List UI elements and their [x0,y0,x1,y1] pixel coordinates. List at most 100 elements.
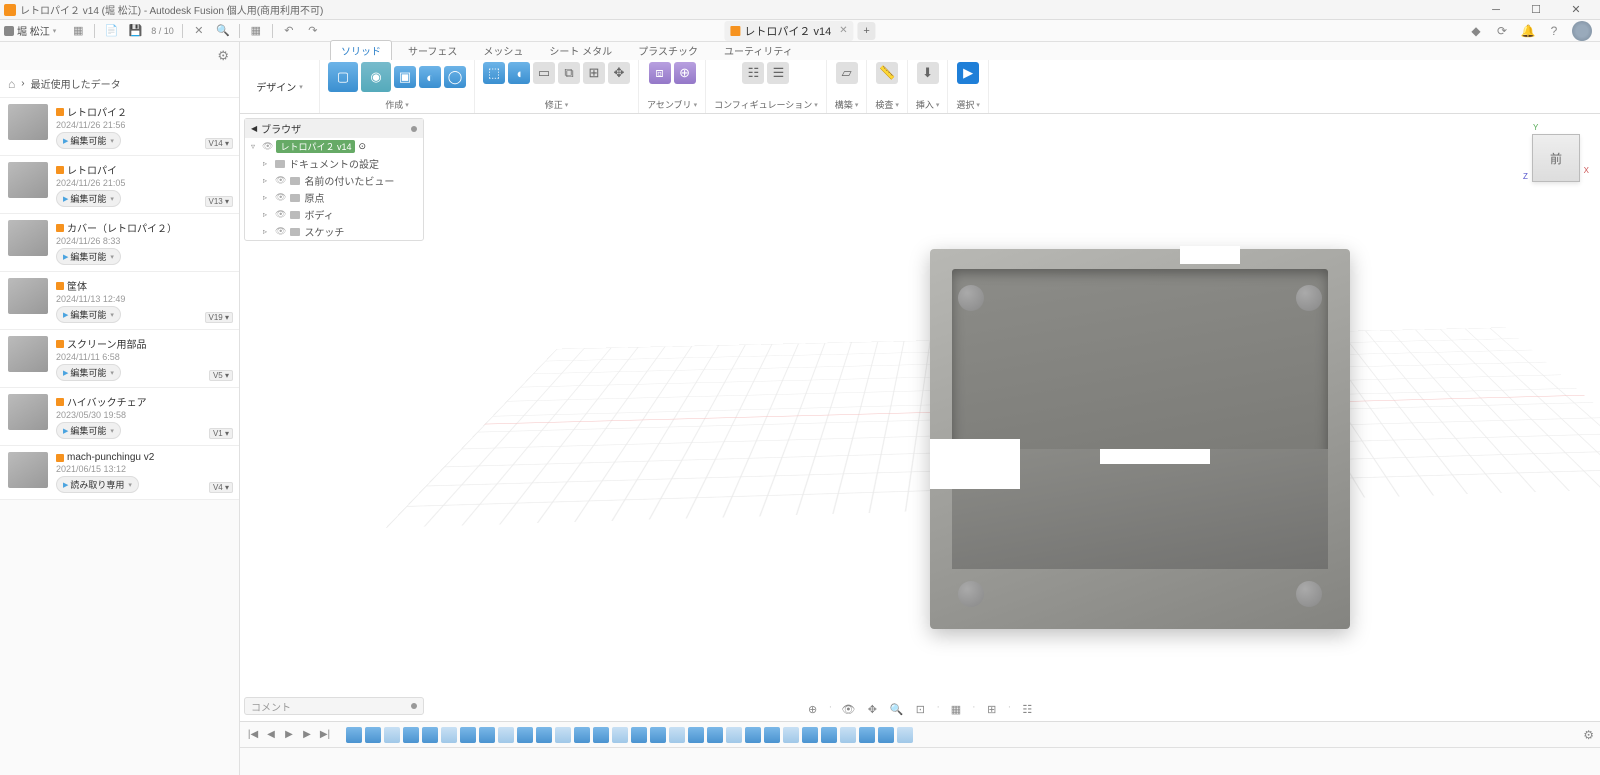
window-close-button[interactable]: ✕ [1556,1,1596,19]
grid-icon[interactable]: ▦ [248,23,264,39]
project-item[interactable]: スクリーン用部品 2024/11/11 6:58 ▶編集可能▾ V5 ▾ [0,330,239,388]
access-dropdown[interactable]: ▶読み取り専用▾ [56,476,139,493]
construct-icon[interactable]: ▱ [836,62,858,84]
new-tab-button[interactable]: + [858,22,876,40]
settings-icon[interactable]: ⚙ [217,48,229,64]
model-body[interactable] [930,249,1350,629]
tree-node[interactable]: ▹👁ボディ [245,206,423,223]
inspect-icon[interactable]: 📏 [876,62,898,84]
version-badge[interactable]: V4 ▾ [209,482,233,493]
timeline-feature[interactable] [365,727,381,743]
ribbon-tab[interactable]: ソリッド [330,40,392,60]
config-icon[interactable]: ☷ [742,62,764,84]
timeline-feature[interactable] [821,727,837,743]
ribbon-tab[interactable]: プラスチック [628,41,708,60]
version-badge[interactable]: V5 ▾ [209,370,233,381]
panel-menu-icon[interactable] [411,703,417,709]
document-tab[interactable]: レトロパイ２ v14 ✕ [724,21,853,41]
panel-menu-icon[interactable] [411,126,417,132]
revolve-icon[interactable]: ◐ [419,66,441,88]
move-icon[interactable]: ✥ [608,62,630,84]
access-dropdown[interactable]: ▶編集可能▾ [56,248,121,265]
timeline-feature[interactable] [802,727,818,743]
extensions-icon[interactable]: ◆ [1468,23,1484,39]
version-badge[interactable]: V13 ▾ [205,196,233,207]
timeline-feature[interactable] [593,727,609,743]
timeline-feature[interactable] [612,727,628,743]
access-dropdown[interactable]: ▶編集可能▾ [56,306,121,323]
insert-icon[interactable]: ⬇ [917,62,939,84]
access-dropdown[interactable]: ▶編集可能▾ [56,132,121,149]
timeline-feature[interactable] [669,727,685,743]
access-dropdown[interactable]: ▶編集可能▾ [56,364,121,381]
data-panel-toggle-icon[interactable]: ▦ [70,23,86,39]
press-pull-icon[interactable]: ⬚ [483,62,505,84]
grid-settings-icon[interactable]: ⊞ [984,701,1000,717]
timeline-feature[interactable] [897,727,913,743]
timeline-feature[interactable] [840,727,856,743]
comment-panel[interactable]: コメント [244,697,424,715]
tl-next-icon[interactable]: ▶ [300,728,314,742]
assemble-icon[interactable]: ⊕ [674,62,696,84]
pan-icon[interactable]: ✥ [864,701,880,717]
timeline-feature[interactable] [726,727,742,743]
orbit-icon[interactable]: ⊕ [805,701,821,717]
fillet-icon[interactable]: ◖ [508,62,530,84]
new-sketch-icon[interactable]: ▢ [328,62,358,92]
timeline-feature[interactable] [688,727,704,743]
timeline-feature[interactable] [574,727,590,743]
version-badge[interactable]: V1 ▾ [209,428,233,439]
ribbon-tab[interactable]: メッシュ [473,41,533,60]
viewport-icon[interactable]: ☷ [1019,701,1035,717]
timeline-feature[interactable] [536,727,552,743]
close-icon[interactable]: ✕ [191,23,207,39]
data-breadcrumb[interactable]: ⌂ › 最近使用したデータ [0,70,239,98]
joint-icon[interactable]: ⧈ [649,62,671,84]
project-item[interactable]: mach-punchingu v2 2021/06/15 13:12 ▶読み取り… [0,446,239,500]
timeline-feature[interactable] [707,727,723,743]
workspace-switcher[interactable]: デザイン ▾ [240,60,320,113]
notifications-icon[interactable]: 🔔 [1520,23,1536,39]
version-badge[interactable]: V14 ▾ [205,138,233,149]
user-avatar[interactable] [1572,21,1592,41]
project-item[interactable]: カバー（レトロパイ２） 2024/11/26 8:33 ▶編集可能▾ [0,214,239,272]
timeline-feature[interactable] [764,727,780,743]
tree-node[interactable]: ▹👁原点 [245,189,423,206]
ribbon-tab[interactable]: ユーティリティ [714,41,803,60]
config2-icon[interactable]: ☰ [767,62,789,84]
view-cube[interactable]: 前 Z [1532,134,1580,182]
updates-icon[interactable]: ⟳ [1494,23,1510,39]
look-icon[interactable]: 👁 [840,701,856,717]
timeline-feature[interactable] [859,727,875,743]
timeline-feature[interactable] [783,727,799,743]
access-dropdown[interactable]: ▶編集可能▾ [56,422,121,439]
timeline-feature[interactable] [498,727,514,743]
window-maximize-button[interactable]: ☐ [1516,1,1556,19]
timeline-feature[interactable] [403,727,419,743]
timeline-feature[interactable] [479,727,495,743]
ribbon-tab[interactable]: シート メタル [539,41,622,60]
tree-node[interactable]: ▹ドキュメントの設定 [245,155,423,172]
user-chip[interactable]: 堀 松江 ▾ [4,23,56,38]
tl-end-icon[interactable]: ▶| [318,728,332,742]
undo-icon[interactable]: ↶ [281,23,297,39]
redo-icon[interactable]: ↷ [305,23,321,39]
root-tag[interactable]: レトロパイ２ v14 [276,140,355,153]
project-item[interactable]: ハイバックチェア 2023/05/30 19:58 ▶編集可能▾ V1 ▾ [0,388,239,446]
select-icon[interactable]: ▶ [957,62,979,84]
extrude-icon[interactable]: ▣ [394,66,416,88]
close-tab-icon[interactable]: ✕ [839,25,847,36]
timeline-feature[interactable] [441,727,457,743]
timeline-feature[interactable] [346,727,362,743]
help-icon[interactable]: ? [1546,23,1562,39]
file-menu-icon[interactable]: 📄 [103,23,119,39]
project-item[interactable]: レトロパイ２ 2024/11/26 21:56 ▶編集可能▾ V14 ▾ [0,98,239,156]
window-minimize-button[interactable]: ─ [1476,1,1516,19]
display-icon[interactable]: ▦ [948,701,964,717]
tree-node[interactable]: ▹👁名前の付いたビュー [245,172,423,189]
version-badge[interactable]: V19 ▾ [205,312,233,323]
tree-node[interactable]: ▹👁スケッチ [245,223,423,240]
fit-icon[interactable]: ⊡ [912,701,928,717]
timeline-feature[interactable] [384,727,400,743]
combine-icon[interactable]: ⧉ [558,62,580,84]
